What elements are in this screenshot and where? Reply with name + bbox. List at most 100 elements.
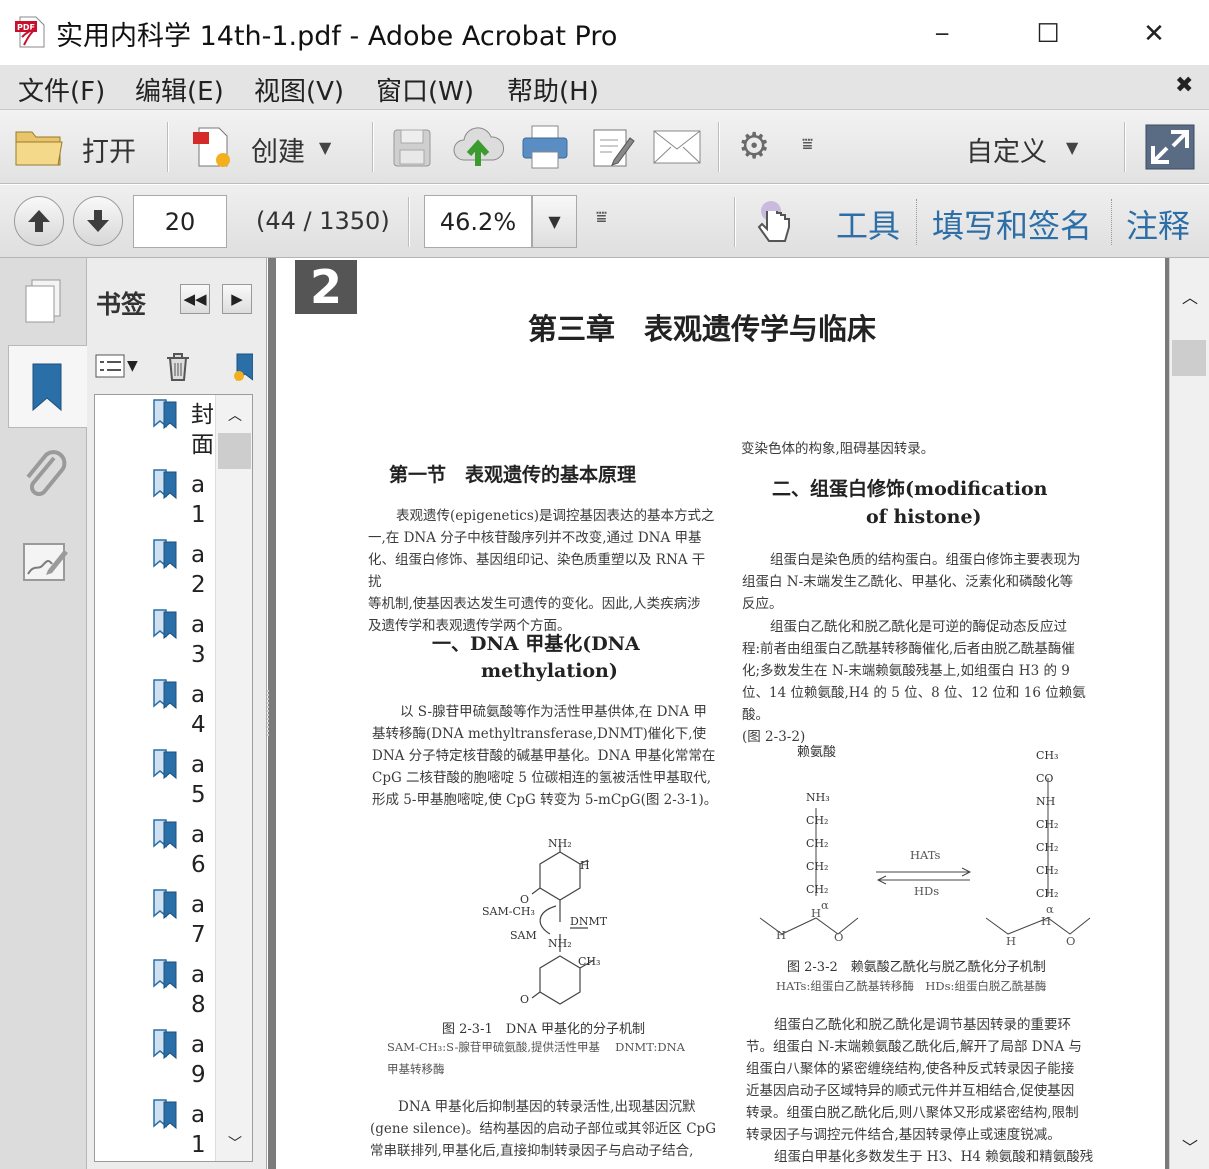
customize-button[interactable]: 自定义 ▼ [960, 120, 1090, 174]
pdf-page: 2 第三章 表观遗传学与临床 第一节 表观遗传的基本原理 表观遗传(epigen… [276, 258, 1165, 1169]
bookmark-item[interactable]: 封 面 [150, 396, 220, 466]
cloud-upload-icon[interactable] [452, 124, 504, 170]
bookmarks-title: 书签 [96, 290, 147, 319]
toolbar-divider [718, 122, 719, 172]
maximize-button[interactable]: ☐ [1028, 14, 1068, 54]
subsection-title-histone: 二、组蛋白修饰(modification [772, 478, 1048, 500]
chapter-title: 第三章 表观遗传学与临床 [528, 312, 877, 346]
expand-icon[interactable] [1145, 124, 1195, 170]
text-line: CpG 二核苷酸的胞嘧啶 5 位碳相连的氢被活性甲基取代, [372, 770, 712, 786]
bookmark-label-line2: 5 [191, 782, 206, 808]
arrow-up-icon [28, 210, 50, 232]
fig1-label-sam-ch3: SAM-CH₃ [482, 905, 535, 918]
text-line: 组蛋白 N-末端发生乙酰化、甲基化、泛素化和磷酸化等 [742, 574, 1074, 590]
bookmark-label-line1: a [191, 612, 206, 638]
bookmark-page-icon [153, 539, 177, 570]
bookmark-item[interactable]: a 7 [150, 886, 220, 956]
menu-window[interactable]: 窗口(W) [376, 71, 474, 108]
tab-comment[interactable]: 注释 [1126, 201, 1190, 247]
menu-help[interactable]: 帮助(H) [507, 71, 599, 108]
tab-divider [916, 199, 917, 245]
panel-resize-handle[interactable] [267, 690, 271, 736]
mail-icon[interactable] [652, 128, 702, 166]
subsection-title-dna: 一、DNA 甲基化(DNA [432, 633, 640, 655]
double-chevron-left-icon: ◀◀ [183, 290, 207, 308]
bookmark-label-line1: a [191, 682, 206, 708]
menu-file[interactable]: 文件(F) [18, 71, 105, 108]
bookmark-item[interactable]: a 1 [150, 466, 220, 536]
minimize-button[interactable]: ─ [922, 14, 962, 54]
bookmark-list-scrollbar[interactable]: ︿ ﹀ [215, 395, 252, 1161]
bookmark-item[interactable]: a 8 [150, 956, 220, 1026]
scroll-thumb[interactable] [218, 433, 251, 469]
bookmark-label-line1: 封 [191, 402, 214, 428]
close-document-button[interactable]: ✖ [1175, 73, 1193, 98]
previous-page-button[interactable] [14, 196, 64, 246]
histone-paragraph-1: 组蛋白是染色质的结构蛋白。组蛋白修饰主要表现为 组蛋白 N-末端发生乙酰化、甲基… [742, 549, 1112, 615]
toolbar-divider [408, 197, 409, 247]
signature-icon[interactable] [20, 540, 70, 586]
save-icon[interactable] [390, 126, 434, 170]
window-title: 实用内科学 14th-1.pdf - Adobe Acrobat Pro [56, 21, 618, 52]
text-line: 位、14 位赖氨酸,H4 的 5 位、8 位、12 位和 16 位赖氨酸。 [742, 685, 1086, 723]
bookmark-label-line2: 9 [191, 1062, 206, 1088]
menu-view[interactable]: 视图(V) [254, 71, 344, 108]
fig2-o-right: O [1066, 934, 1076, 948]
bookmarks-panel-button[interactable] [8, 345, 87, 428]
panel-forward-button[interactable]: ▶ [222, 284, 252, 314]
folder-icon [15, 131, 63, 166]
gear-icon[interactable]: ⚙ [738, 126, 770, 167]
document-scrollbar[interactable]: ︿ ﹀ [1169, 258, 1209, 1169]
bookmark-label-line2: 8 [191, 992, 206, 1018]
bookmark-item[interactable]: a 5 [150, 746, 220, 816]
zoom-dropdown-button[interactable]: ▼ [532, 195, 577, 248]
next-page-button[interactable] [73, 196, 123, 246]
fig1-label-o-2: O [520, 993, 530, 1006]
navigation-bar: 20 (44 / 1350) 46.2% ▼ ⩸ 工具 填写和签名 注释 [0, 185, 1209, 258]
bookmark-item[interactable]: a 3 [150, 606, 220, 676]
bookmark-item[interactable]: a 2 [150, 536, 220, 606]
bookmark-options-button[interactable]: ▼ [95, 352, 145, 382]
bookmark-item[interactable]: a 9 [150, 1026, 220, 1096]
toolbar-divider [734, 197, 735, 247]
fig2-n-left: H [776, 928, 787, 942]
figure-note-2-3-1-b: 甲基转移酶 [387, 1062, 445, 1076]
bookmark-item[interactable]: a 1 [150, 1096, 220, 1166]
page-number-input[interactable]: 20 [133, 195, 227, 248]
text-line: 化;多数发生在 N-末端赖氨酸残基上,如组蛋白 H3 的 9 [742, 663, 1070, 679]
new-bookmark-icon[interactable] [233, 352, 253, 382]
tab-fill-and-sign[interactable]: 填写和签名 [932, 201, 1092, 247]
text-line: 形成 5-甲基胞嘧啶,使 CpG 转变为 5-mCpG(图 2-3-1)。 [372, 792, 718, 808]
bookmark-item[interactable]: a 4 [150, 676, 220, 746]
text-line: 组蛋白乙酰化和脱乙酰化是调节基因转录的重要环 [774, 1017, 1071, 1033]
tab-tools[interactable]: 工具 [836, 201, 900, 247]
bookmark-label-line1: a [191, 892, 206, 918]
tab-divider [1111, 199, 1112, 245]
zoom-input[interactable]: 46.2% [424, 195, 532, 248]
chevron-down-icon: ▼ [319, 138, 332, 157]
title-bar: PDF 实用内科学 14th-1.pdf - Adobe Acrobat Pro… [0, 0, 1209, 65]
attachment-icon[interactable] [20, 448, 68, 500]
print-icon[interactable] [520, 124, 570, 170]
create-button[interactable]: 创建 ▼ [185, 120, 345, 174]
bookmark-page-icon [153, 959, 177, 990]
text-line: 近基因启动子区域特异的顺式元件并互相结合,促使基因 [746, 1083, 1075, 1099]
hand-tool-icon[interactable] [755, 199, 795, 245]
text-line: DNA 甲基化后抑制基因的转录活性,出现基因沉默 [398, 1099, 696, 1115]
nav-options-icon[interactable]: ⩸ [596, 207, 607, 228]
text-line: 节。组蛋白 N-末端赖氨酸乙酰化后,解开了局部 DNA 与 [746, 1039, 1082, 1055]
chevron-down-icon: ▼ [127, 358, 138, 374]
delete-bookmark-icon[interactable] [165, 352, 191, 382]
toolbar-options-icon[interactable]: ⩸ [802, 134, 813, 155]
open-button[interactable]: 打开 [10, 120, 150, 174]
arrow-down-icon [87, 210, 109, 232]
bookmark-item[interactable]: a 6 [150, 816, 220, 886]
close-button[interactable]: ✕ [1134, 14, 1174, 54]
section-title: 第一节 表观遗传的基本原理 [389, 464, 637, 486]
page-thumbnails-icon[interactable] [22, 278, 66, 326]
scroll-thumb[interactable] [1172, 340, 1206, 376]
edit-icon[interactable] [590, 124, 636, 170]
bookmark-label-line1: a [191, 752, 206, 778]
collapse-panel-button[interactable]: ◀◀ [180, 284, 210, 314]
menu-edit[interactable]: 编辑(E) [135, 71, 224, 108]
